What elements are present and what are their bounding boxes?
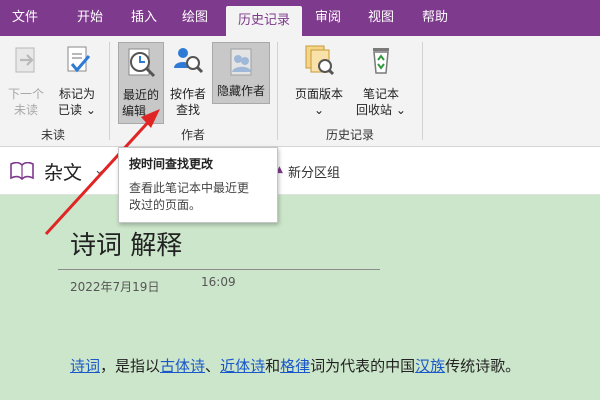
chevron-down-icon: ⌄ (149, 104, 160, 118)
clock-search-icon (128, 48, 156, 78)
recycle-bin-label-1: 笔记本 (362, 87, 399, 101)
chevron-down-icon: ⌄ (313, 103, 325, 117)
link-han[interactable]: 汉族 (415, 357, 445, 375)
recent-edits-button[interactable]: 最近的 编辑 ⌄ (118, 42, 164, 124)
new-section-group-button[interactable]: 新分区组 (288, 162, 340, 181)
notebook-icon (10, 162, 34, 180)
tab-history[interactable]: 历史记录 (226, 6, 302, 36)
tab-draw[interactable]: 绘图 (170, 0, 220, 36)
next-unread-label-1: 下一个 (7, 87, 44, 101)
recent-edits-tooltip: 按时间查找更改 查看此笔记本中最近更 改过的页面。 (118, 147, 278, 223)
hide-authors-label: 隐藏作者 (216, 84, 265, 98)
tooltip-body: 查看此笔记本中最近更 改过的页面。 (129, 181, 250, 212)
menu-bar: 文件 开始 插入 绘图 历史记录 审阅 视图 帮助 (0, 0, 600, 36)
mark-as-read-button[interactable]: 标记为 已读 ⌄ (52, 38, 102, 122)
next-unread-icon (15, 47, 35, 73)
chevron-down-icon[interactable]: ⌄ (94, 163, 105, 178)
hide-authors-icon (230, 48, 252, 76)
page-date: 2022年7月19日 (70, 280, 160, 294)
ribbon-separator (422, 42, 423, 140)
find-author-label-2: 查找 (175, 103, 200, 117)
chevron-down-icon: ⌄ (85, 103, 96, 117)
group-label-authors: 作者 (180, 128, 205, 142)
recycle-bin-button[interactable]: 笔记本 回收站 ⌄ (352, 38, 410, 122)
tab-review[interactable]: 审阅 (306, 0, 350, 36)
ribbon-separator (277, 42, 278, 140)
tab-file[interactable]: 文件 (0, 0, 50, 36)
next-unread-label-2: 未读 (13, 103, 38, 117)
recycle-bin-icon (373, 48, 389, 74)
mark-read-label-2: 已读 ⌄ (58, 103, 96, 117)
link-modern-poem[interactable]: 近体诗 (220, 357, 265, 375)
link-ancient-poem[interactable]: 古体诗 (160, 357, 205, 375)
page-versions-label: 页面版本 (294, 87, 343, 101)
find-author-label-1: 按作者 (169, 87, 206, 101)
recent-edits-label-1: 最近的 (122, 88, 159, 102)
link-poetry[interactable]: 诗词 (70, 357, 100, 375)
link-metrics[interactable]: 格律 (280, 357, 310, 375)
chevron-down-icon: ⌄ (395, 103, 406, 117)
hide-authors-button[interactable]: 隐藏作者 (212, 42, 270, 104)
page-body-paragraph[interactable]: 诗词，是指以古体诗、近体诗和格律词为代表的中国汉族传统诗歌。 (70, 355, 520, 376)
notebook-nav-bar: 杂文 ⌄ ▲ 新分区组 (0, 147, 600, 195)
user-search-icon (174, 48, 204, 74)
group-label-unread: 未读 (40, 128, 65, 142)
tab-help[interactable]: 帮助 (412, 0, 458, 36)
tab-view[interactable]: 视图 (358, 0, 404, 36)
notebook-name[interactable]: 杂文 (44, 158, 82, 185)
ribbon: 下一个 未读 标记为 已读 ⌄ 未读 最近的 编辑 ⌄ 按作者 查找 隐藏作者 … (0, 36, 600, 147)
find-by-author-button[interactable]: 按作者 查找 (166, 38, 210, 122)
page-versions-button[interactable]: 页面版本 ⌄ (288, 38, 350, 122)
tooltip-title: 按时间查找更改 (129, 157, 214, 171)
group-label-history: 历史记录 (325, 128, 374, 142)
mark-read-icon (67, 46, 91, 73)
recent-edits-label-2: 编辑 ⌄ (122, 104, 160, 118)
page-versions-icon (305, 45, 335, 76)
tab-insert[interactable]: 插入 (120, 0, 168, 36)
page-title[interactable]: 诗词 解释 (70, 225, 182, 262)
next-unread-button[interactable]: 下一个 未读 (4, 38, 48, 122)
recycle-bin-label-2: 回收站 ⌄ (356, 103, 406, 117)
page-time: 16:09 (201, 275, 236, 289)
mark-read-label-1: 标记为 (58, 87, 95, 101)
ribbon-separator (109, 42, 110, 140)
tab-home[interactable]: 开始 (64, 0, 116, 36)
page-canvas[interactable]: 诗词 解释 2022年7月19日 16:09 诗词，是指以古体诗、近体诗和格律词… (0, 195, 600, 400)
title-underline (58, 269, 380, 270)
